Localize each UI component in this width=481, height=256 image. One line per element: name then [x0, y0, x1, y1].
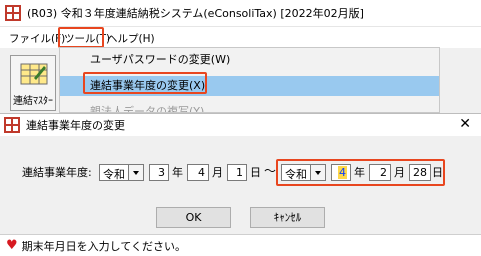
menu-item-copy-parent-data[interactable]: 親法人データの複写(Y) [60, 102, 439, 112]
heart-icon: ♥ [6, 238, 18, 253]
app-icon [4, 117, 20, 133]
fiscal-year-field-row: 連結事業年度: 令和 3 年 4 月 1 日 ～ 令和 4 年 2 月 28 日 [0, 136, 481, 214]
menu-item-change-user-password[interactable]: ユーザパスワードの変更(W) [60, 50, 439, 70]
change-fiscal-year-dialog: 連結事業年度の変更 ✕ 連結事業年度: 令和 3 年 4 月 1 日 ～ 令和 … [0, 113, 481, 234]
toolbar-button-label: 連結ﾏｽﾀｰ [13, 96, 53, 107]
ok-button[interactable]: OK [156, 207, 231, 228]
main-window-title: (R03) 令和３年度連結納税システム(eConsoliTax) [2022年0… [27, 7, 364, 20]
main-window-titlebar: (R03) 令和３年度連結納税システム(eConsoliTax) [2022年0… [0, 0, 481, 26]
dialog-titlebar: 連結事業年度の変更 ✕ [0, 114, 481, 136]
menu-item-highlight-frame [83, 72, 207, 94]
menu-file[interactable]: ファイル(F) [9, 31, 65, 46]
start-era-value: 令和 [103, 168, 125, 181]
status-message: 期末年月日を入力してください。 [21, 239, 186, 253]
start-year-unit: 年 [172, 166, 183, 179]
fiscal-year-label: 連結事業年度: [22, 166, 92, 179]
app-icon [5, 5, 21, 21]
cancel-button[interactable]: ｷｬﾝｾﾙ [250, 207, 325, 228]
ledger-icon [20, 63, 48, 85]
consolidated-master-button[interactable]: 連結ﾏｽﾀｰ [10, 55, 56, 111]
dropdown-arrow-icon[interactable] [128, 165, 143, 180]
range-separator: ～ [264, 164, 277, 178]
start-day-input[interactable]: 1 [227, 164, 247, 181]
close-icon[interactable]: ✕ [459, 117, 471, 131]
start-month-unit: 月 [212, 166, 223, 179]
dialog-title: 連結事業年度の変更 [26, 119, 125, 132]
start-year-input[interactable]: 3 [149, 164, 169, 181]
start-era-select[interactable]: 令和 [99, 164, 144, 181]
statusbar: ♥ 期末年月日を入力してください。 [0, 234, 481, 256]
start-day-unit: 日 [250, 166, 261, 179]
menu-tools-highlight-frame [58, 27, 104, 48]
menu-help[interactable]: ヘルプ(H) [107, 31, 155, 46]
end-date-highlight-frame [276, 159, 445, 186]
start-month-input[interactable]: 4 [187, 164, 209, 181]
